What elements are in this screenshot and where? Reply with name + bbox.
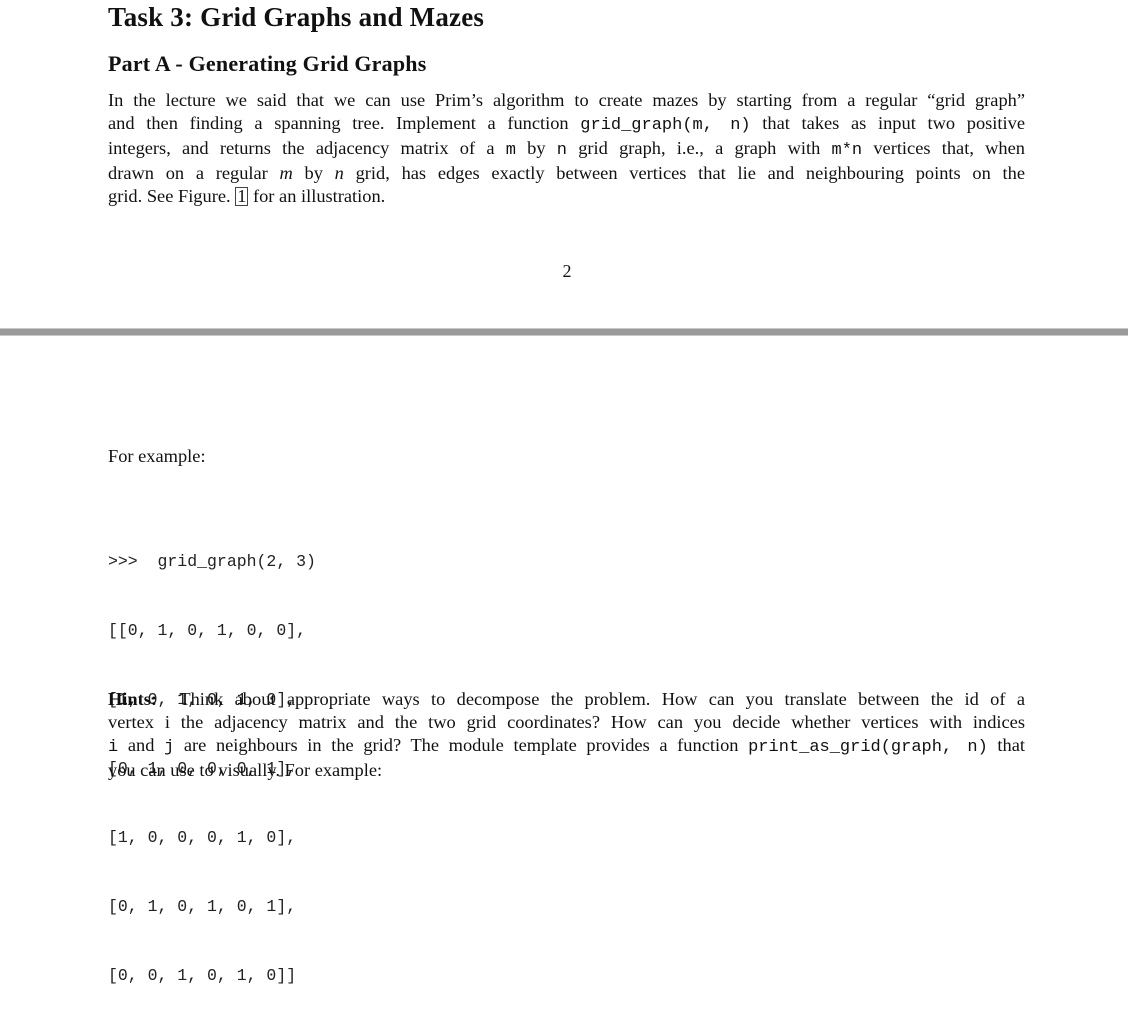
intro-line-2: and then finding a spanning tree. Implem… <box>108 112 1025 137</box>
code-line: [0, 0, 1, 0, 1, 0]] <box>108 966 297 985</box>
text: grid, has edges exactly between vertices… <box>343 163 1025 183</box>
text: that <box>987 735 1026 755</box>
inline-code-n: n <box>556 141 567 160</box>
intro-paragraph: In the lecture we said that we can use P… <box>108 89 1025 208</box>
text: drawn on a regular <box>108 163 280 183</box>
hints-line-2: vertex i the adjacency matrix and the tw… <box>108 711 1025 734</box>
text: grid graph, i.e., a graph with <box>567 138 832 158</box>
text: by <box>292 163 335 183</box>
intro-line-5: grid. See Figure. 1 for an illustration. <box>108 185 1025 208</box>
text: are neighbours in the grid? The module t… <box>174 735 749 755</box>
document-page-3: For example: >>> grid_graph(2, 3) [[0, 1… <box>0 336 1128 985</box>
text: and <box>118 735 165 755</box>
text: for an illustration. <box>248 186 386 206</box>
text: by <box>515 138 557 158</box>
code-line: [1, 0, 0, 0, 1, 0], <box>108 828 297 847</box>
text: In the lecture we said that we can use P… <box>108 90 1025 110</box>
code-line: >>> grid_graph(2, 3) <box>108 552 316 571</box>
example-label: For example: <box>108 446 206 466</box>
text: that takes as input two positive <box>750 113 1025 133</box>
text: you can use to visually. For example: <box>108 760 383 780</box>
figure-reference-link[interactable]: 1 <box>235 187 249 206</box>
intro-line-1: In the lecture we said that we can use P… <box>108 89 1025 112</box>
text: and then finding a spanning tree. Implem… <box>108 113 581 133</box>
inline-code-grid-graph: grid_graph(m, n) <box>580 116 751 135</box>
intro-line-3: integers, and returns the adjacency matr… <box>108 137 1025 162</box>
inline-code-m: m <box>505 141 516 160</box>
text: Think about appropriate ways to decompos… <box>157 689 1025 709</box>
hints-label: Hints: <box>108 689 158 709</box>
document-page-2: Task 3: Grid Graphs and Mazes Part A - G… <box>0 0 1128 328</box>
hints-line-3: i and j are neighbours in the grid? The … <box>108 734 1025 759</box>
text: vertices that, when <box>862 138 1025 158</box>
inline-code-i: i <box>108 738 119 757</box>
inline-code-mn: m*n <box>831 141 863 160</box>
math-n: n <box>334 163 344 183</box>
hints-line-1: Hints: Think about appropriate ways to d… <box>108 688 1025 711</box>
text: grid. See Figure. <box>108 186 236 206</box>
subsection-title: Part A - Generating Grid Graphs <box>108 51 427 76</box>
inline-code-print-as-grid: print_as_grid(graph, n) <box>748 738 988 757</box>
code-line: [0, 1, 0, 1, 0, 1], <box>108 897 297 916</box>
text: vertex i the adjacency matrix and the tw… <box>108 712 1025 732</box>
code-line: [[0, 1, 0, 1, 0, 0], <box>108 621 307 640</box>
page-number: 2 <box>562 261 572 281</box>
page-separator <box>0 328 1128 336</box>
inline-code-j: j <box>164 738 175 757</box>
hints-line-4: you can use to visually. For example: <box>108 759 1025 782</box>
section-title: Task 3: Grid Graphs and Mazes <box>108 2 485 32</box>
hints-paragraph: Hints: Think about appropriate ways to d… <box>108 688 1025 782</box>
intro-line-4: drawn on a regular m by n grid, has edge… <box>108 162 1025 185</box>
math-m: m <box>279 163 293 183</box>
text: integers, and returns the adjacency matr… <box>108 138 506 158</box>
